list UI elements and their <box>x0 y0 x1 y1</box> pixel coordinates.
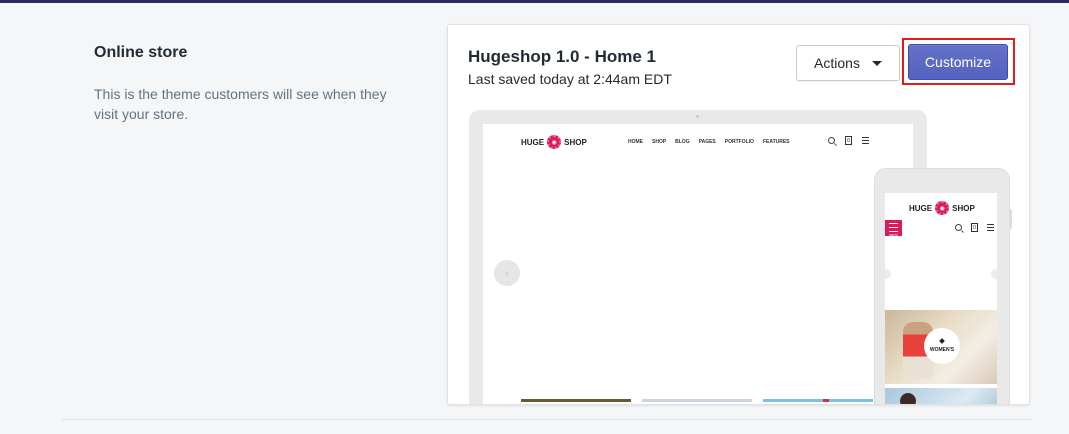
cart-icon: 0 <box>971 223 978 232</box>
diamond-icon <box>939 338 945 344</box>
preview-thumbnail <box>521 399 631 404</box>
model-image <box>900 393 916 404</box>
banner-label: WOMEN'S <box>924 328 960 364</box>
preview-nav-item: BLOG <box>675 139 690 145</box>
logo-text-right: SHOP <box>564 137 587 147</box>
mobile-banner: WOMEN'S <box>885 310 997 384</box>
preview-nav-item: FEATURES <box>762 139 790 145</box>
search-icon <box>955 224 962 231</box>
cart-icon: 0 <box>845 136 852 145</box>
phone-side-button <box>1009 209 1012 229</box>
logo-text-left: HUGE <box>521 137 545 147</box>
actions-button[interactable]: Actions <box>796 45 900 81</box>
preview-nav: HOME SHOP BLOG PAGES PORTFOLIO FEATURES <box>628 139 790 145</box>
logo-text-left: HUGE <box>909 203 933 213</box>
preview-logo: HUGE ◉ SHOP <box>521 135 587 149</box>
theme-last-saved: Last saved today at 2:44am EDT <box>468 71 672 87</box>
banner-label-text: WOMEN'S <box>929 347 955 353</box>
chevron-left-icon <box>885 269 891 279</box>
mobile-menu-icon: MENU <box>885 220 902 237</box>
camera-dot <box>696 115 699 118</box>
customize-button[interactable]: Customize <box>908 44 1008 80</box>
menu-icon <box>987 224 994 231</box>
chevron-right-icon <box>991 269 997 279</box>
top-bar <box>0 0 1069 3</box>
mobile-preview[interactable]: HUGE ◉ SHOP MENU 0 WOMEN'S <box>874 168 1012 404</box>
section-info: Online store This is the theme customers… <box>94 44 394 124</box>
mobile-banner-secondary <box>885 388 997 404</box>
mobile-menu-label: MENU <box>889 233 898 237</box>
mobile-header-icons: 0 <box>955 223 994 232</box>
chevron-left-icon: ‹ <box>494 260 520 286</box>
preview-nav-item: HOME <box>628 139 643 145</box>
desktop-preview[interactable]: HUGE ◉ SHOP HOME SHOP BLOG PAGES PORTFOL… <box>469 110 927 404</box>
preview-nav-item: SHOP <box>652 139 667 145</box>
preview-thumbnail <box>763 399 873 402</box>
preview-nav-item: PAGES <box>698 139 716 145</box>
theme-name: Hugeshop 1.0 - Home 1 <box>468 47 656 66</box>
section-divider <box>62 419 1032 420</box>
section-title: Online store <box>94 44 188 61</box>
menu-icon <box>862 137 869 144</box>
mobile-logo: HUGE ◉ SHOP <box>909 201 975 215</box>
logo-badge-icon: ◉ <box>547 135 562 149</box>
mobile-preview-screen: HUGE ◉ SHOP MENU 0 WOMEN'S <box>885 193 997 404</box>
search-icon <box>828 137 835 144</box>
theme-card: Hugeshop 1.0 - Home 1 Last saved today a… <box>447 24 1030 405</box>
preview-header-icons: 0 <box>828 136 869 145</box>
desktop-preview-screen: HUGE ◉ SHOP HOME SHOP BLOG PAGES PORTFOL… <box>483 124 913 404</box>
logo-badge-icon: ◉ <box>935 201 950 215</box>
logo-text-right: SHOP <box>952 203 975 213</box>
preview-nav-item: PORTFOLIO <box>724 139 754 145</box>
section-description: This is the theme customers will see whe… <box>94 86 387 122</box>
actions-label: Actions <box>814 55 860 71</box>
preview-site-header: HUGE ◉ SHOP HOME SHOP BLOG PAGES PORTFOL… <box>483 124 913 160</box>
preview-thumbnail <box>642 399 752 404</box>
caret-down-icon <box>871 60 882 66</box>
